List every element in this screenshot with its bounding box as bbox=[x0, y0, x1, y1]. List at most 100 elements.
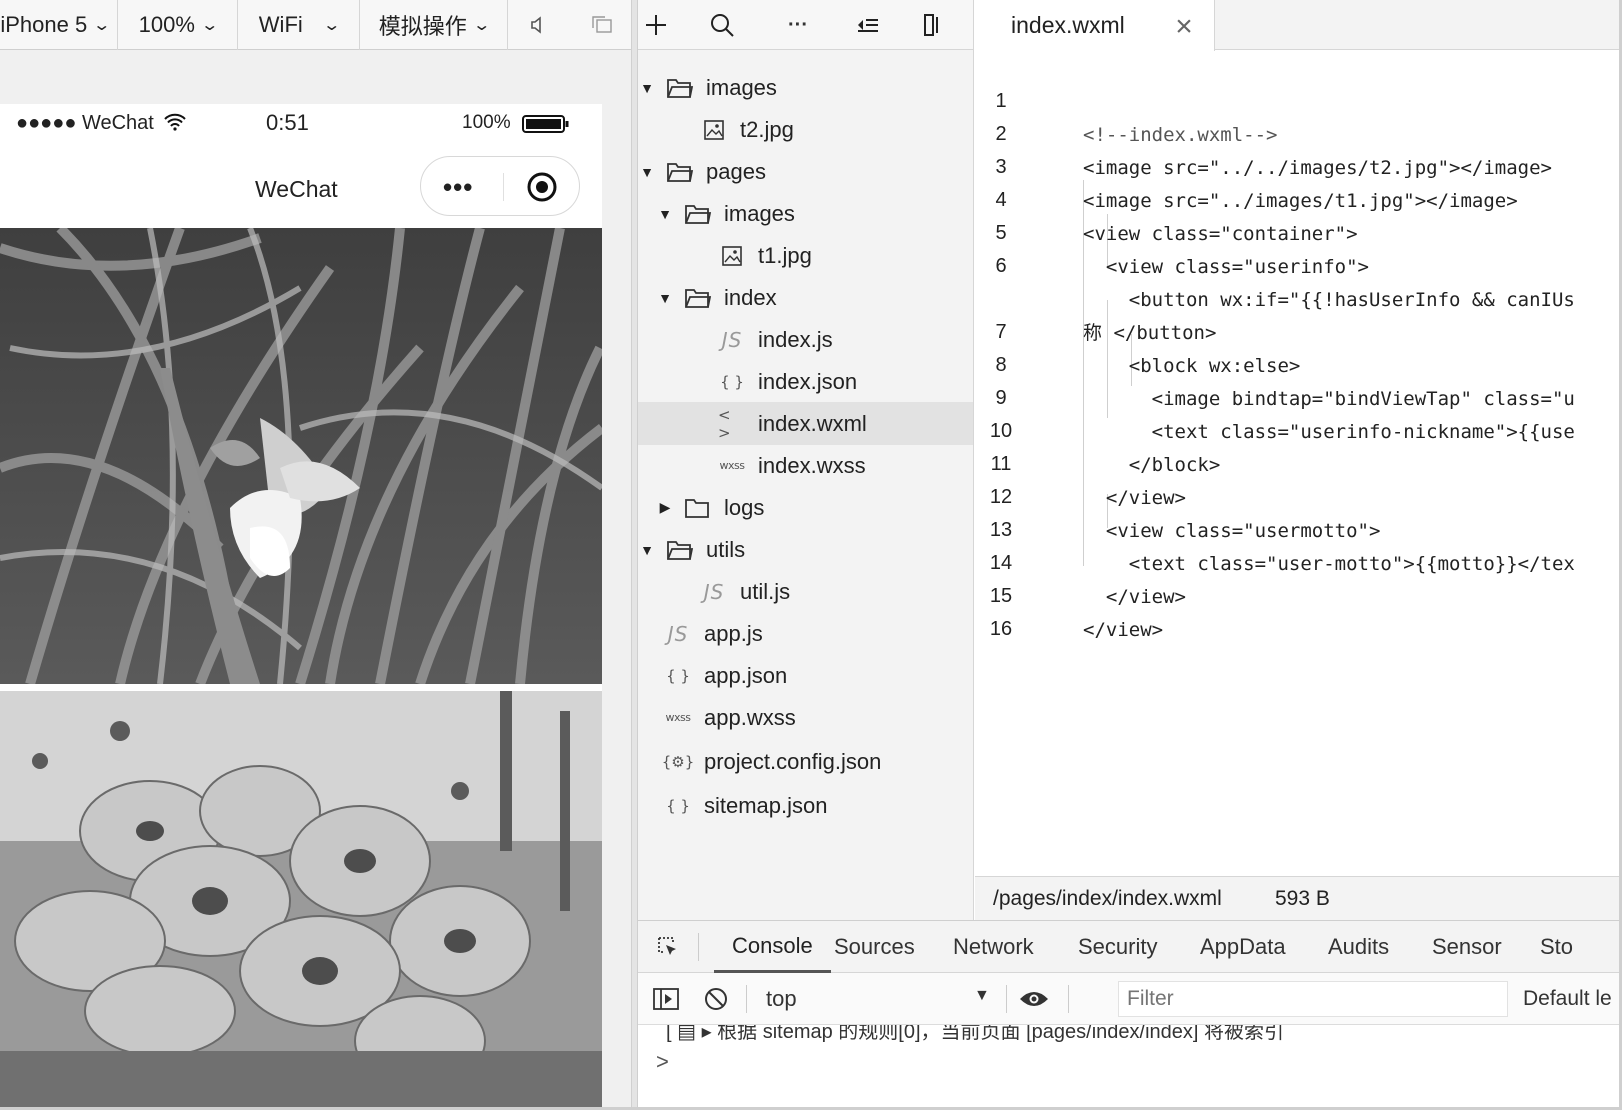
tree-file-index-json[interactable]: { } index.json bbox=[638, 360, 973, 403]
nav-title: WeChat bbox=[255, 176, 338, 202]
code-line: 7 <block wx:else> bbox=[975, 281, 1622, 377]
tree-row-label: index.json bbox=[758, 368, 858, 394]
file-tree-panel: ··· ▼ images t2.jpg ▼ pages ▼ images t1.… bbox=[638, 0, 974, 920]
tree-file-app-json[interactable]: { } app.json bbox=[638, 654, 973, 697]
folder-open-icon bbox=[684, 203, 712, 225]
clear-console-icon[interactable] bbox=[698, 973, 734, 1025]
tab-console[interactable]: Console bbox=[714, 921, 831, 973]
tree-file-index-wxml[interactable]: < > index.wxml bbox=[638, 402, 973, 445]
file-tree-toolbar: ··· bbox=[638, 0, 973, 50]
wxss-file-icon: wxss bbox=[719, 459, 745, 472]
caret-down-icon: ▼ bbox=[658, 289, 672, 306]
tab-network[interactable]: Network bbox=[953, 921, 1034, 973]
log-message-text: [ ▤ ▸ 根据 sitemap 的规则[0]，当前页面 [pages/inde… bbox=[666, 1025, 1284, 1043]
tab-security[interactable]: Security bbox=[1078, 921, 1157, 973]
sidebar-toggle-icon[interactable] bbox=[648, 973, 684, 1025]
tree-folder-pages-images[interactable]: ▼ images bbox=[638, 192, 973, 235]
code-line: 12 <view class="usermotto"> bbox=[975, 446, 1622, 542]
tree-folder-pages[interactable]: ▼ pages bbox=[638, 150, 973, 193]
folder-open-icon bbox=[684, 287, 712, 309]
toolbar-divider bbox=[1006, 985, 1007, 1013]
tree-file-sitemap-json[interactable]: { } sitemap.json bbox=[638, 784, 973, 827]
zoom-select[interactable]: 100% ⌄ bbox=[118, 0, 238, 50]
tree-row-label: index.wxml bbox=[758, 410, 867, 436]
folder-closed-icon bbox=[684, 497, 712, 519]
code-text: </view> bbox=[1083, 619, 1164, 641]
tree-row-label: index bbox=[724, 284, 777, 310]
tree-folder-index[interactable]: ▼ index bbox=[638, 276, 973, 319]
file-path: /pages/index/index.wxml bbox=[993, 887, 1222, 910]
tree-file-app-js[interactable]: JS app.js bbox=[638, 612, 973, 655]
toolbar-divider bbox=[1068, 985, 1069, 1013]
folder-open-icon bbox=[666, 77, 694, 99]
chevron-down-icon: ⌄ bbox=[322, 17, 341, 34]
tab-sources[interactable]: Sources bbox=[834, 921, 915, 973]
more-icon[interactable]: ··· bbox=[780, 0, 816, 50]
tree-folder-utils[interactable]: ▼ utils bbox=[638, 528, 973, 571]
toolbar-divider bbox=[698, 933, 699, 961]
tree-folder-logs[interactable]: ▶ logs bbox=[638, 486, 973, 529]
simulator-toolbar: iPhone 5 ⌄ 100% ⌄ WiFi ⌄ 模拟操作 ⌄ bbox=[0, 0, 631, 50]
tree-row-label: app.json bbox=[704, 662, 788, 688]
context-select[interactable]: top ▼ bbox=[766, 981, 1016, 1017]
volume-icon[interactable] bbox=[520, 0, 556, 50]
caret-down-icon: ▼ bbox=[640, 541, 654, 558]
tree-row-label: app.js bbox=[704, 620, 763, 646]
split-view-icon[interactable] bbox=[916, 0, 952, 50]
json-file-icon: { } bbox=[666, 666, 690, 685]
eye-icon[interactable] bbox=[1016, 973, 1052, 1025]
phone-nav-bar: WeChat ••• bbox=[0, 144, 602, 228]
json-file-icon: { } bbox=[666, 796, 690, 815]
tab-storage[interactable]: Sto bbox=[1540, 921, 1573, 973]
log-levels-select[interactable]: Default le bbox=[1523, 987, 1612, 1011]
tree-file-app-wxss[interactable]: wxss app.wxss bbox=[638, 696, 973, 739]
tree-row-label: utils bbox=[706, 536, 746, 562]
tab-appdata[interactable]: AppData bbox=[1200, 921, 1286, 973]
tree-file-index-wxss[interactable]: wxss index.wxss bbox=[638, 444, 973, 487]
js-file-icon: JS bbox=[703, 579, 725, 604]
tree-file-t2-jpg[interactable]: t2.jpg bbox=[638, 108, 973, 151]
tree-file-index-js[interactable]: JS index.js bbox=[638, 318, 973, 361]
code-line: 16 bbox=[975, 578, 1622, 640]
capsule-divider bbox=[503, 173, 504, 201]
code-line: 5 <view class="userinfo"> bbox=[975, 182, 1622, 278]
devtools-panel: Console Sources Network Security AppData… bbox=[638, 920, 1622, 1110]
image-file-icon bbox=[718, 245, 746, 266]
code-line: 2 <image src="../../images/t2.jpg"></ima… bbox=[975, 83, 1622, 179]
close-target-icon[interactable] bbox=[525, 170, 559, 209]
tree-file-project-config[interactable]: {⚙} project.config.json bbox=[638, 740, 973, 783]
tree-file-util-js[interactable]: JS util.js bbox=[638, 570, 973, 613]
tab-audits[interactable]: Audits bbox=[1328, 921, 1389, 973]
code-line: 10 </block> bbox=[975, 380, 1622, 476]
battery-icon bbox=[522, 114, 570, 140]
tree-folder-images[interactable]: ▼ images bbox=[638, 66, 973, 109]
close-icon[interactable]: × bbox=[1169, 10, 1199, 44]
tree-file-t1-jpg[interactable]: t1.jpg bbox=[638, 234, 973, 277]
simulate-operation-select[interactable]: 模拟操作 ⌄ bbox=[360, 0, 508, 50]
tab-index-wxml[interactable]: index.wxml × bbox=[975, 0, 1215, 51]
search-icon[interactable] bbox=[704, 0, 740, 50]
line-number: 16 bbox=[989, 618, 1013, 640]
device-select-label: iPhone 5 bbox=[0, 12, 88, 37]
tab-sensor[interactable]: Sensor bbox=[1432, 921, 1502, 973]
chevron-down-icon: ⌄ bbox=[92, 17, 112, 34]
console-filter-input[interactable] bbox=[1118, 981, 1508, 1017]
code-line: 9 <text class="userinfo-nickname">{{use bbox=[975, 347, 1622, 443]
editor-status-bar: /pages/index/index.wxml 593 B bbox=[975, 876, 1622, 920]
json-file-icon: { } bbox=[720, 372, 744, 391]
caret-down-icon: ▼ bbox=[640, 79, 654, 96]
caret-right-icon: ▶ bbox=[659, 499, 671, 515]
console-prompt[interactable]: > bbox=[656, 1049, 669, 1075]
code-line: 14 </view> bbox=[975, 512, 1622, 608]
device-select[interactable]: iPhone 5 ⌄ bbox=[0, 0, 118, 50]
add-file-icon[interactable] bbox=[638, 0, 674, 50]
more-dots-icon[interactable]: ••• bbox=[443, 174, 473, 200]
code-line: 4 <view class="container"> bbox=[975, 149, 1622, 245]
tree-row-label: logs bbox=[724, 494, 765, 520]
code-line: 13 <text class="user-motto">{{motto}}</t… bbox=[975, 479, 1622, 575]
network-select[interactable]: WiFi ⌄ bbox=[238, 0, 360, 50]
collapse-all-icon[interactable] bbox=[850, 0, 886, 50]
window-detach-icon[interactable] bbox=[584, 0, 620, 50]
inspect-element-icon[interactable] bbox=[650, 921, 686, 973]
tree-row-label: sitemap.json bbox=[704, 792, 828, 818]
